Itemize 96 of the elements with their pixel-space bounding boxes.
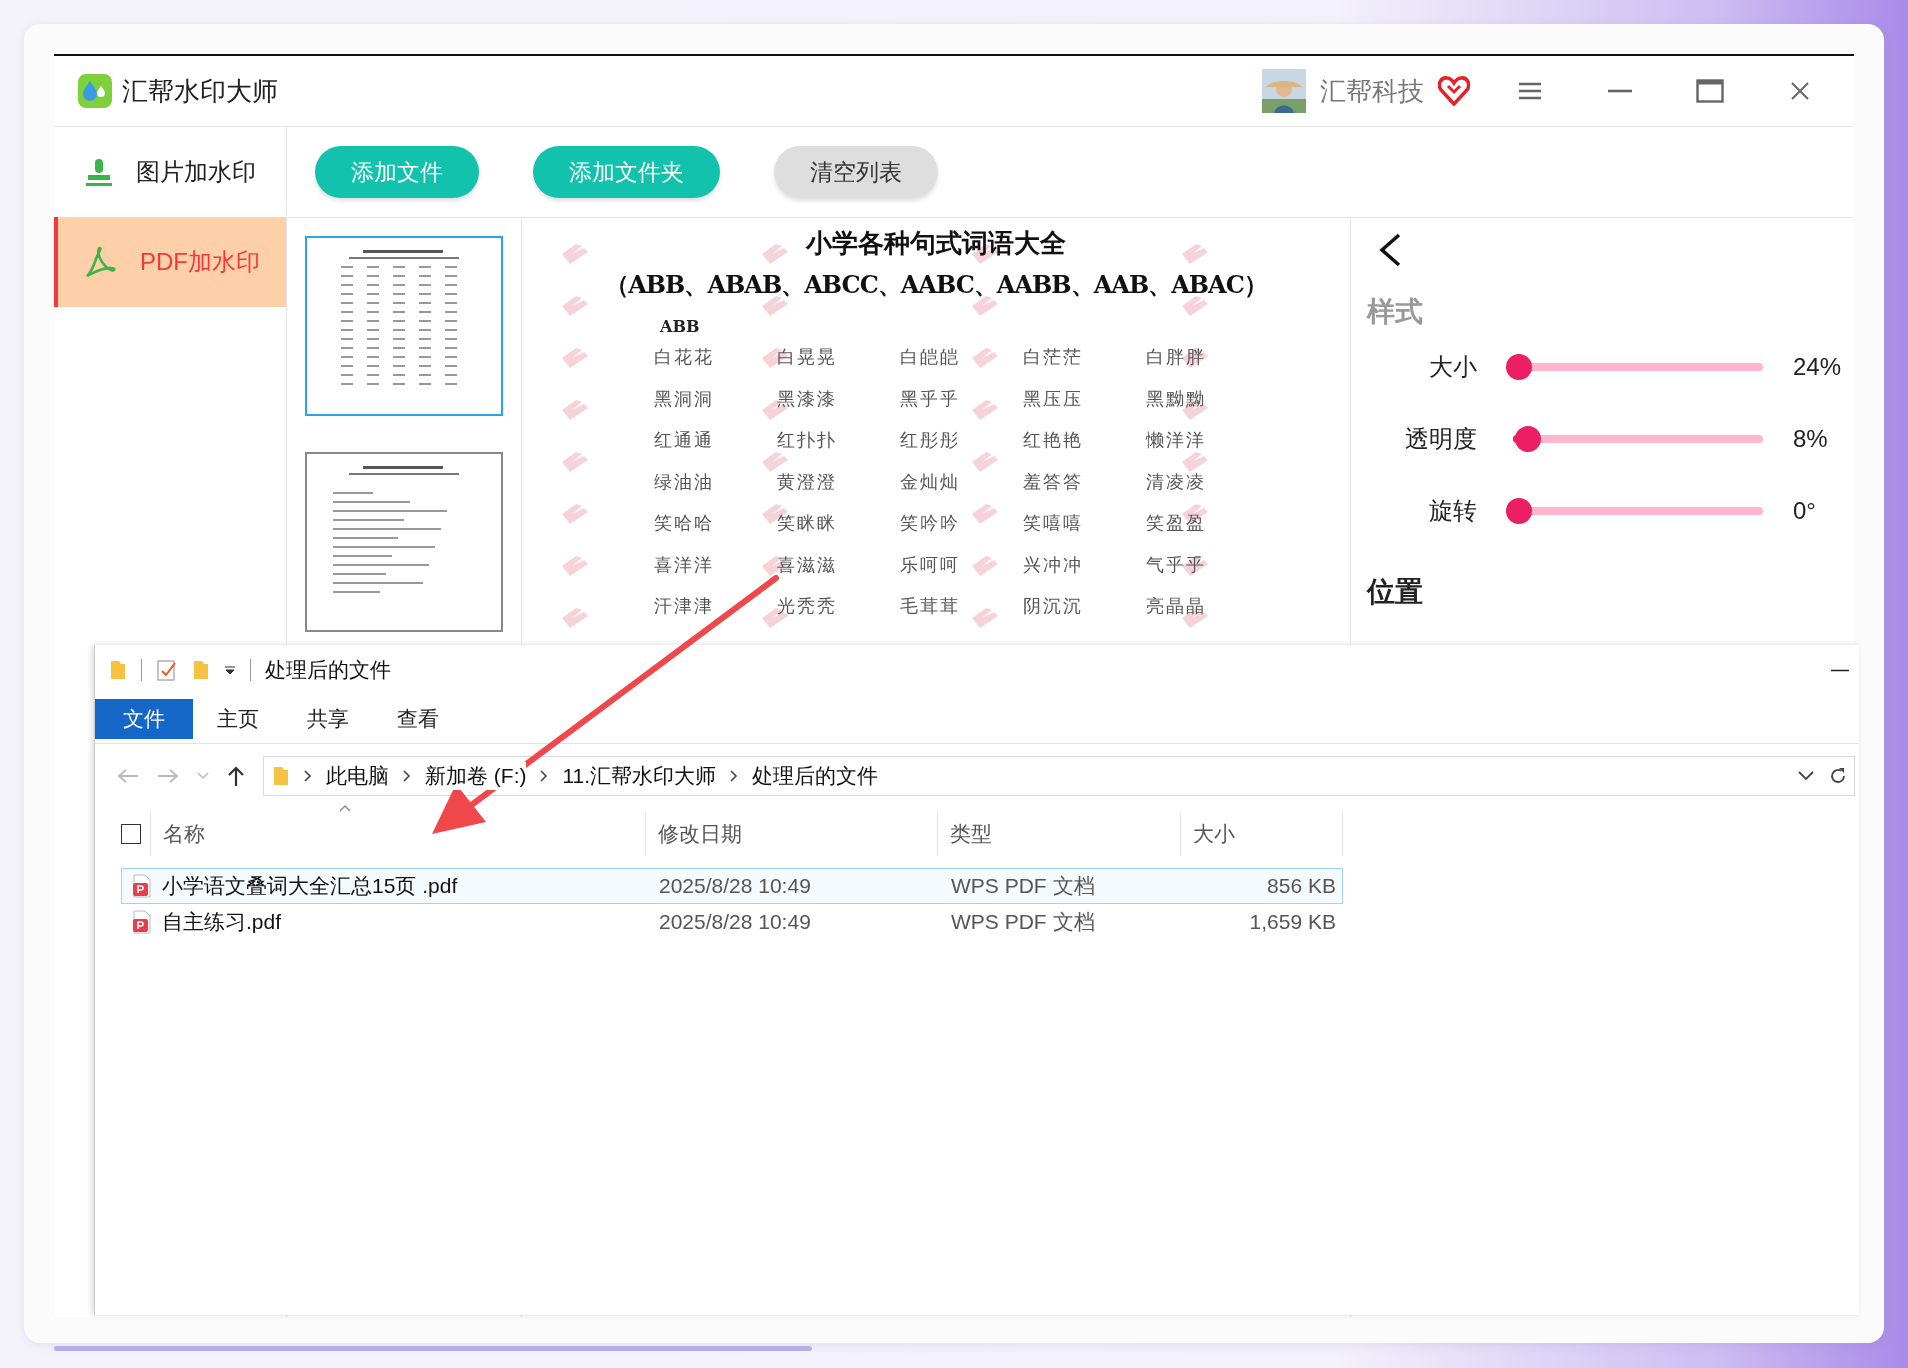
avatar-icon[interactable] xyxy=(1262,69,1306,113)
word: 羞答答 xyxy=(1023,469,1084,494)
section-heading: ABB xyxy=(660,317,701,336)
address-bar[interactable]: 此电脑 新加卷 (F:) 11.汇帮水印大师 处理后的文件 xyxy=(263,756,1855,796)
slider-value: 8% xyxy=(1793,425,1828,453)
user-name[interactable]: 汇帮科技 xyxy=(1320,73,1424,109)
sidebar-item[interactable]: 图片加水印 xyxy=(54,127,286,217)
file-name: 小学语文叠词大全汇总15页 .pdf xyxy=(162,873,458,899)
file-date: 2025/8/28 10:49 xyxy=(658,874,812,898)
checklist-icon[interactable] xyxy=(156,658,178,682)
word: 黑洞洞 xyxy=(654,386,715,411)
word: 笑哈哈 xyxy=(654,511,715,535)
word: 喜洋洋 xyxy=(654,552,715,577)
breadcrumb[interactable]: 新加卷 (F:) xyxy=(425,762,527,790)
file-size: 856 KB xyxy=(1266,874,1337,898)
word: 黑漆漆 xyxy=(777,386,838,411)
column-header[interactable]: 大小 xyxy=(1193,820,1235,848)
word: 黑乎乎 xyxy=(900,386,961,411)
file-type: WPS PDF 文档 xyxy=(950,909,1096,935)
slider-label: 大小 xyxy=(1428,352,1477,382)
word: 懒洋洋 xyxy=(1146,428,1207,452)
minimize-icon[interactable] xyxy=(1831,668,1849,672)
ribbon-tab[interactable]: 主页 xyxy=(193,699,283,739)
word: 汗津津 xyxy=(654,594,715,618)
word: 清凌凌 xyxy=(1146,469,1207,494)
file-date: 2025/8/28 10:49 xyxy=(658,910,812,934)
section-heading: 位置 xyxy=(1367,575,1424,609)
chevron-down-icon[interactable] xyxy=(1798,771,1814,781)
select-all-checkbox[interactable] xyxy=(121,824,141,844)
file-row[interactable]: 自主练习.pdf 2025/8/28 10:49 WPS PDF 文档 1,659 KB xyxy=(121,904,1343,940)
pdf-file-icon xyxy=(132,910,152,934)
word: 笑眯眯 xyxy=(777,511,838,535)
slider[interactable] xyxy=(1507,354,1763,380)
word: 光秃秃 xyxy=(777,594,838,618)
column-header[interactable]: 修改日期 xyxy=(658,820,742,848)
chevron-right-icon xyxy=(540,770,549,782)
app-title: 汇帮水印大师 xyxy=(122,74,278,108)
word: 红扑扑 xyxy=(777,428,838,452)
word: 气乎乎 xyxy=(1146,552,1207,577)
word: 红彤彤 xyxy=(900,428,961,452)
dropdown-icon[interactable] xyxy=(224,665,236,675)
folder-icon xyxy=(272,765,290,787)
window-title: 处理后的文件 xyxy=(265,657,391,683)
chevron-right-icon xyxy=(730,770,739,782)
ribbon-tab[interactable]: 查看 xyxy=(373,699,463,739)
word: 白晃晃 xyxy=(777,345,838,369)
word: 黑压压 xyxy=(1023,386,1084,411)
word: 乐呵呵 xyxy=(900,552,961,577)
slider-value: 24% xyxy=(1793,353,1842,381)
word: 白花花 xyxy=(654,345,715,369)
page-thumbnail[interactable] xyxy=(305,452,503,632)
chevron-right-icon xyxy=(304,770,312,782)
word: 喜滋滋 xyxy=(777,552,838,577)
page-thumbnail[interactable] xyxy=(305,236,503,416)
chevron-right-icon xyxy=(403,770,411,782)
ribbon-tab[interactable]: 文件 xyxy=(95,699,193,739)
slider-value: 0° xyxy=(1793,497,1816,525)
document-title: 小学各种句式词语大全 xyxy=(804,227,1067,260)
word: 红艳艳 xyxy=(1023,428,1084,452)
word: 白皑皑 xyxy=(900,345,961,369)
word: 笑嘻嘻 xyxy=(1023,511,1084,535)
column-header[interactable]: 类型 xyxy=(950,820,992,848)
pdf-file-icon xyxy=(132,874,152,898)
app-logo-icon xyxy=(78,74,112,108)
word: 绿油油 xyxy=(654,469,715,494)
heart-icon[interactable] xyxy=(1438,76,1470,106)
ribbon-tab[interactable]: 共享 xyxy=(283,699,373,739)
stamp-icon xyxy=(84,157,114,187)
word: 黑黝黝 xyxy=(1146,386,1207,411)
file-type: WPS PDF 文档 xyxy=(950,873,1096,899)
slider[interactable] xyxy=(1507,498,1763,524)
document-subtitle: （ABB、ABAB、ABCC、AABC、AABB、AAB、ABAC） xyxy=(604,269,1268,301)
word: 白胖胖 xyxy=(1146,345,1207,369)
column-header[interactable]: 名称 xyxy=(163,820,205,848)
word: 金灿灿 xyxy=(900,469,961,494)
sort-caret-icon xyxy=(339,804,351,812)
clear-button[interactable]: 清空列表 xyxy=(774,146,938,198)
word: 阴沉沉 xyxy=(1023,594,1084,618)
word: 笑吟吟 xyxy=(900,511,961,535)
word: 红通通 xyxy=(654,428,715,452)
word: 毛茸茸 xyxy=(900,594,961,618)
up-arrow-icon[interactable] xyxy=(227,766,245,786)
refresh-icon[interactable] xyxy=(1828,766,1848,786)
section-heading: 样式 xyxy=(1367,295,1424,329)
file-row[interactable]: 小学语文叠词大全汇总15页 .pdf 2025/8/28 10:49 WPS PDF 文档 856 KB xyxy=(121,868,1343,904)
slider-label: 旋转 xyxy=(1428,496,1477,526)
word: 亮晶晶 xyxy=(1146,594,1207,618)
pdf-icon xyxy=(84,245,118,279)
scrollbar[interactable] xyxy=(54,1346,812,1351)
word: 黄澄澄 xyxy=(777,469,838,494)
file-name: 自主练习.pdf xyxy=(162,909,282,935)
word: 白茫茫 xyxy=(1023,345,1084,369)
word: 笑盈盈 xyxy=(1146,511,1207,535)
file-size: 1,659 KB xyxy=(1248,910,1337,934)
word: 兴冲冲 xyxy=(1023,552,1084,577)
slider-label: 透明度 xyxy=(1404,424,1477,454)
